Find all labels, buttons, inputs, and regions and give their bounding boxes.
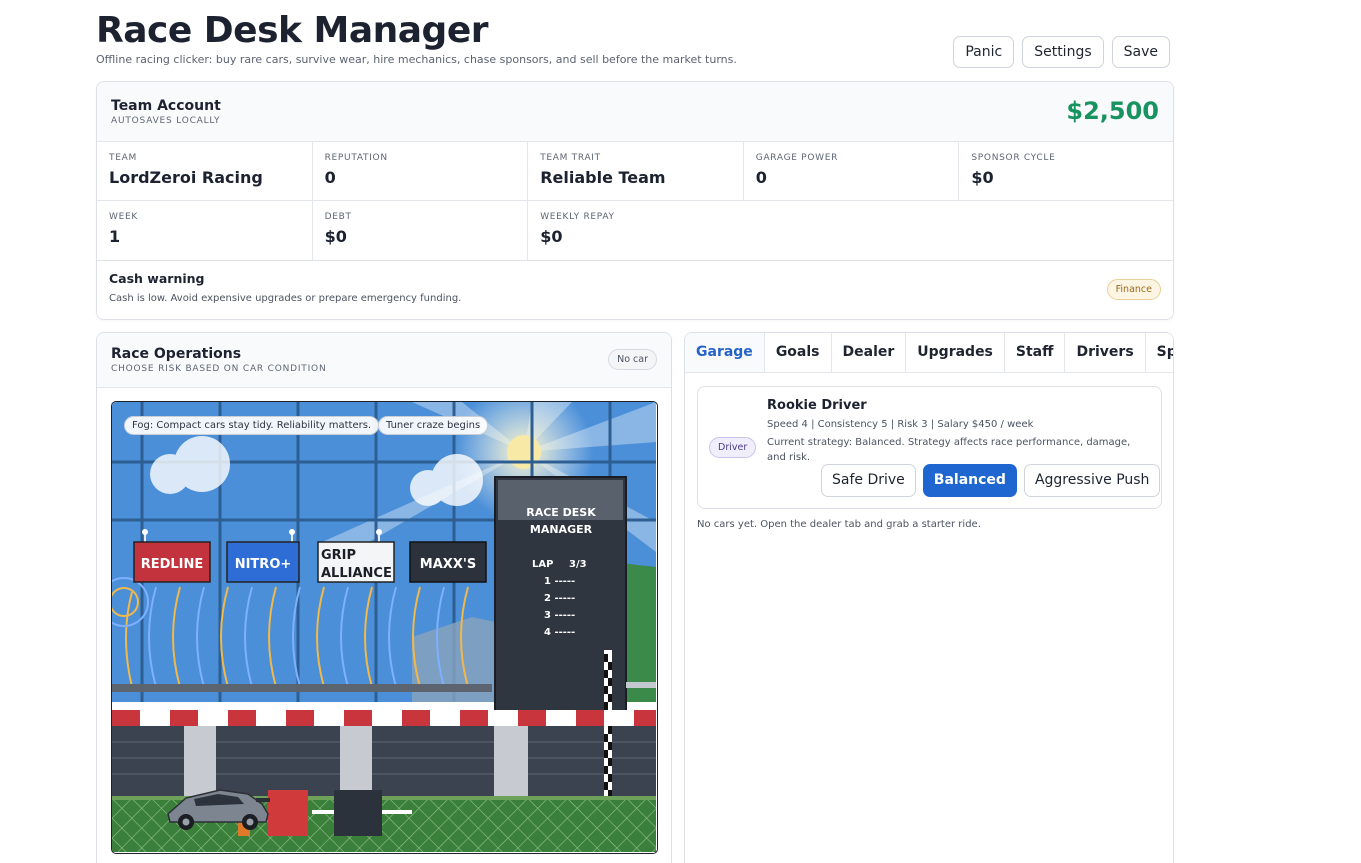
pit-board-red	[268, 790, 308, 836]
finance-badge: Finance	[1106, 279, 1161, 300]
tab-goals[interactable]: Goals	[765, 333, 832, 372]
stat-team: TEAM LordZeroi Racing	[97, 142, 313, 201]
driver-stats: Speed 4 | Consistency 5 | Risk 3 | Salar…	[767, 419, 1034, 430]
panel-tabs: Garage Goals Dealer Upgrades Staff Drive…	[685, 333, 1173, 373]
driver-badge: Driver	[709, 437, 757, 458]
sponsor-nitro-text: NITRO+	[235, 557, 292, 572]
garage-empty-note: No cars yet. Open the dealer tab and gra…	[697, 519, 981, 530]
header-actions: Panic Settings Save	[953, 36, 1170, 68]
race-operations-card: Race Operations CHOOSE RISK BASED ON CAR…	[96, 332, 672, 863]
team-account-title: Team Account	[111, 98, 221, 114]
team-account-card: Team Account AUTOSAVES LOCALLY $2,500 TE…	[96, 81, 1174, 320]
tab-upgrades[interactable]: Upgrades	[906, 333, 1005, 372]
position-3: 3 -----	[544, 610, 575, 621]
cash-warning: Cash warning Cash is low. Avoid expensiv…	[97, 260, 1173, 319]
cash-warning-text: Cash is low. Avoid expensive upgrades or…	[109, 293, 462, 304]
tab-staff[interactable]: Staff	[1005, 333, 1066, 372]
race-operations-header: Race Operations CHOOSE RISK BASED ON CAR…	[97, 333, 671, 388]
driver-card: Driver Rookie Driver Speed 4 | Consisten…	[697, 386, 1162, 509]
lap-value: 3/3	[569, 559, 587, 570]
position-1: 1 -----	[544, 576, 575, 587]
tab-sponsors[interactable]: Sponsors	[1146, 333, 1173, 372]
tab-dealer[interactable]: Dealer	[832, 333, 907, 372]
stat-week: WEEK 1	[97, 201, 313, 260]
stat-sponsor-cycle: SPONSOR CYCLE $0	[959, 142, 1173, 201]
stat-reputation: REPUTATION 0	[312, 142, 529, 201]
tab-drivers[interactable]: Drivers	[1065, 333, 1146, 372]
tower-title-line1: RACE DESK	[526, 506, 596, 519]
strategy-buttons: Safe Drive Balanced Aggressive Push	[821, 464, 1161, 497]
pit-box	[334, 790, 382, 836]
aggressive-push-button[interactable]: Aggressive Push	[1023, 464, 1161, 497]
team-stats-grid: TEAM LordZeroi Racing REPUTATION 0 TEAM …	[97, 142, 1173, 260]
pit-wall	[112, 684, 492, 692]
race-operations-title: Race Operations	[111, 346, 242, 362]
race-operations-subtitle: CHOOSE RISK BASED ON CAR CONDITION	[111, 364, 327, 374]
team-account-subtitle: AUTOSAVES LOCALLY	[111, 116, 221, 126]
driver-name: Rookie Driver	[767, 398, 867, 413]
panic-button[interactable]: Panic	[953, 36, 1015, 68]
driver-strategy: Current strategy: Balanced. Strategy aff…	[767, 437, 1131, 463]
sponsor-maxxs-text: MAXX'S	[420, 557, 476, 572]
sponsor-grip-text: GRIP	[321, 548, 356, 563]
race-scene[interactable]: REDLINE NITRO+ GRIP ALLIANCE MAXX'S RACE…	[111, 401, 658, 854]
lap-label: LAP	[532, 559, 553, 570]
position-2: 2 -----	[544, 593, 575, 604]
cash-balance: $2,500	[1066, 97, 1159, 125]
event-pill: Tuner craze begins	[378, 416, 489, 435]
cash-warning-title: Cash warning	[109, 271, 205, 286]
position-4: 4 -----	[544, 627, 575, 638]
race-scene-canvas: REDLINE NITRO+ GRIP ALLIANCE MAXX'S RACE…	[112, 402, 656, 852]
team-account-header: Team Account AUTOSAVES LOCALLY $2,500	[97, 82, 1173, 142]
stat-team-trait: TEAM TRAIT Reliable Team	[528, 142, 744, 201]
stat-weekly-repay: WEEKLY REPAY $0	[540, 212, 615, 246]
stat-debt: DEBT $0	[313, 201, 529, 260]
app-header: Race Desk Manager Offline racing clicker…	[96, 10, 1174, 72]
safe-drive-button[interactable]: Safe Drive	[821, 464, 916, 497]
save-button[interactable]: Save	[1111, 36, 1170, 68]
management-panel: Garage Goals Dealer Upgrades Staff Drive…	[684, 332, 1174, 863]
sponsor-alliance-text: ALLIANCE	[321, 566, 392, 581]
no-car-badge: No car	[608, 349, 657, 370]
sponsor-redline-text: REDLINE	[141, 557, 204, 572]
tower-title-line2: MANAGER	[530, 523, 593, 536]
weather-pill: Fog: Compact cars stay tidy. Reliability…	[124, 416, 380, 435]
stat-garage-power: GARAGE POWER 0	[743, 142, 960, 201]
balanced-button[interactable]: Balanced	[922, 464, 1017, 497]
sun	[507, 435, 541, 469]
settings-button[interactable]: Settings	[1022, 36, 1104, 68]
tab-garage[interactable]: Garage	[685, 333, 765, 372]
